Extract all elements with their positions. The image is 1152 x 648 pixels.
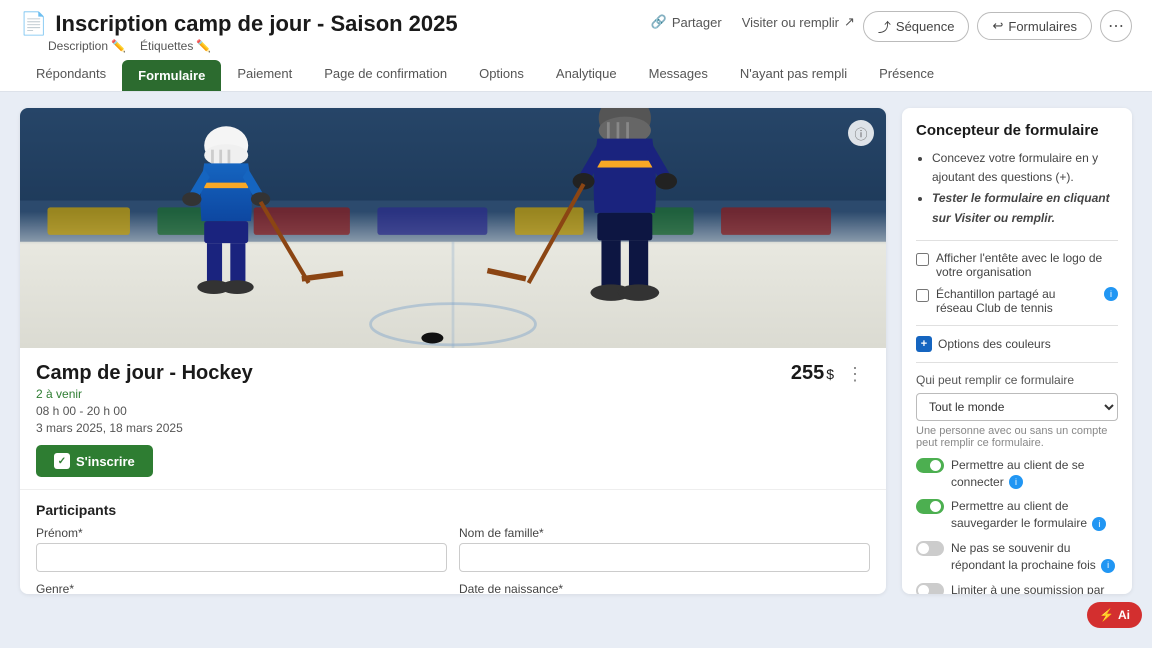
- actions-right: 🔗 Partager Visiter ou remplir ↗: [651, 14, 855, 30]
- genre-field-group: Genre*: [36, 582, 447, 594]
- top-actions: 🔗 Partager Visiter ou remplir ↗ ⤴ Séquen…: [651, 10, 1132, 42]
- color-plus-icon: +: [916, 336, 932, 352]
- document-icon: 📄: [20, 11, 47, 37]
- main-nav: Répondants Formulaire Paiement Page de c…: [20, 58, 1132, 91]
- tab-page-confirmation[interactable]: Page de confirmation: [308, 58, 463, 91]
- toggle-limit-row: Limiter à une soumission par personne i: [916, 582, 1118, 594]
- description-link[interactable]: Description ✏️: [48, 39, 126, 53]
- sequence-button[interactable]: ⤴ Séquence: [863, 11, 970, 42]
- forms-icon: ↩: [992, 18, 1003, 34]
- nom-label: Nom de famille*: [459, 526, 870, 540]
- prenom-label: Prénom*: [36, 526, 447, 540]
- share-icon: 🔗: [651, 14, 667, 30]
- tab-n-ayant-pas-rempli[interactable]: N'ayant pas rempli: [724, 58, 863, 91]
- checkbox-logo[interactable]: [916, 253, 929, 266]
- event-image: ⓘ: [20, 108, 886, 348]
- tags-link[interactable]: Étiquettes ✏️: [140, 39, 211, 53]
- toggle-remember[interactable]: [916, 541, 944, 556]
- edit-icon: ✏️: [111, 39, 126, 53]
- event-schedule-time: 08 h 00 - 20 h 00: [36, 404, 253, 418]
- event-title: Camp de jour - Hockey: [36, 362, 253, 385]
- toggle-connect[interactable]: [916, 458, 944, 473]
- form-access-select[interactable]: Tout le mondeMembres seulementSur invita…: [916, 393, 1118, 421]
- toggle-remember-info: i: [1101, 559, 1115, 573]
- share-button[interactable]: 🔗 Partager: [651, 14, 722, 30]
- genre-label: Genre*: [36, 582, 447, 594]
- prenom-input[interactable]: [36, 543, 447, 572]
- register-icon: ✓: [54, 453, 70, 469]
- tab-options[interactable]: Options: [463, 58, 540, 91]
- toggle-limit[interactable]: [916, 583, 944, 594]
- instruction-1: Concevez votre formulaire en y ajoutant …: [932, 149, 1118, 187]
- form-access-helper: Une personne avec ou sans un compte peut…: [916, 425, 1118, 449]
- event-price: 255 $: [791, 362, 834, 385]
- participants-section-title: Participants: [36, 502, 870, 518]
- tab-repondants[interactable]: Répondants: [20, 58, 122, 91]
- ai-icon: ⚡: [1099, 608, 1114, 622]
- form-access-label: Qui peut remplir ce formulaire: [916, 373, 1118, 387]
- instruction-list: Concevez votre formulaire en y ajoutant …: [916, 149, 1118, 228]
- panel-instructions: Concevez votre formulaire en y ajoutant …: [916, 149, 1118, 228]
- toggle-connect-row: Permettre au client de se connecter i: [916, 457, 1118, 491]
- instruction-2: Tester le formulaire en cliquant sur Vis…: [932, 189, 1118, 227]
- tab-formulaire[interactable]: Formulaire: [122, 60, 221, 91]
- panel-title: Concepteur de formulaire: [916, 122, 1118, 139]
- checkbox-echantillon-row: Échantillon partagé au réseau Club de te…: [916, 287, 1118, 315]
- form-preview: ⓘ Camp de jour - Hockey 2 à venir 08 h 0…: [20, 108, 886, 594]
- echantillon-info-icon: i: [1104, 287, 1118, 301]
- formulaires-button[interactable]: ↩ Formulaires: [977, 12, 1092, 40]
- divider-2: [916, 325, 1118, 326]
- tab-messages[interactable]: Messages: [633, 58, 724, 91]
- external-link-icon: ↗: [844, 14, 855, 30]
- toggle-remember-row: Ne pas se souvenir du répondant la proch…: [916, 540, 1118, 574]
- dob-field-group: Date de naissance*: [459, 582, 870, 594]
- divider-1: [916, 240, 1118, 241]
- dob-label: Date de naissance*: [459, 582, 870, 594]
- ai-badge[interactable]: ⚡ Ai: [1087, 602, 1142, 628]
- form-fields: Participants Prénom* Nom de famille* Gen…: [20, 490, 886, 594]
- divider-3: [916, 362, 1118, 363]
- tab-presence[interactable]: Présence: [863, 58, 950, 91]
- more-options-button[interactable]: ⋯: [1100, 10, 1132, 42]
- color-options-row[interactable]: + Options des couleurs: [916, 336, 1118, 352]
- dots-icon: ⋯: [1108, 16, 1124, 36]
- name-field-row: Prénom* Nom de famille*: [36, 526, 870, 572]
- event-more-button[interactable]: ⋮: [840, 362, 870, 387]
- nom-input[interactable]: [459, 543, 870, 572]
- checkbox-logo-row: Afficher l'entête avec le logo de votre …: [916, 251, 1118, 279]
- genre-dob-field-row: Genre* Date de naissance*: [36, 582, 870, 594]
- tab-analytique[interactable]: Analytique: [540, 58, 633, 91]
- page-title: 📄 Inscription camp de jour - Saison 2025: [20, 11, 458, 37]
- edit-icon-2: ✏️: [196, 39, 211, 53]
- checkbox-echantillon[interactable]: [916, 289, 929, 302]
- main-content: ⓘ Camp de jour - Hockey 2 à venir 08 h 0…: [0, 92, 1152, 610]
- toggle-connect-info: i: [1009, 475, 1023, 489]
- tab-paiement[interactable]: Paiement: [221, 58, 308, 91]
- right-panel: Concepteur de formulaire Concevez votre …: [902, 108, 1132, 594]
- image-info-icon[interactable]: ⓘ: [848, 120, 874, 146]
- toggle-save-info: i: [1092, 517, 1106, 531]
- sequence-icon: ⤴: [878, 17, 891, 36]
- toggle-save-row: Permettre au client de sauvegarder le fo…: [916, 498, 1118, 532]
- nom-field-group: Nom de famille*: [459, 526, 870, 572]
- event-info: Camp de jour - Hockey 2 à venir 08 h 00 …: [20, 348, 886, 490]
- visit-button[interactable]: Visiter ou remplir ↗: [742, 14, 855, 30]
- event-schedule-dates: 3 mars 2025, 18 mars 2025: [36, 421, 253, 435]
- event-subtitle: 2 à venir: [36, 387, 253, 401]
- prenom-field-group: Prénom*: [36, 526, 447, 572]
- toggle-save[interactable]: [916, 499, 944, 514]
- register-button[interactable]: ✓ S'inscrire: [36, 445, 153, 477]
